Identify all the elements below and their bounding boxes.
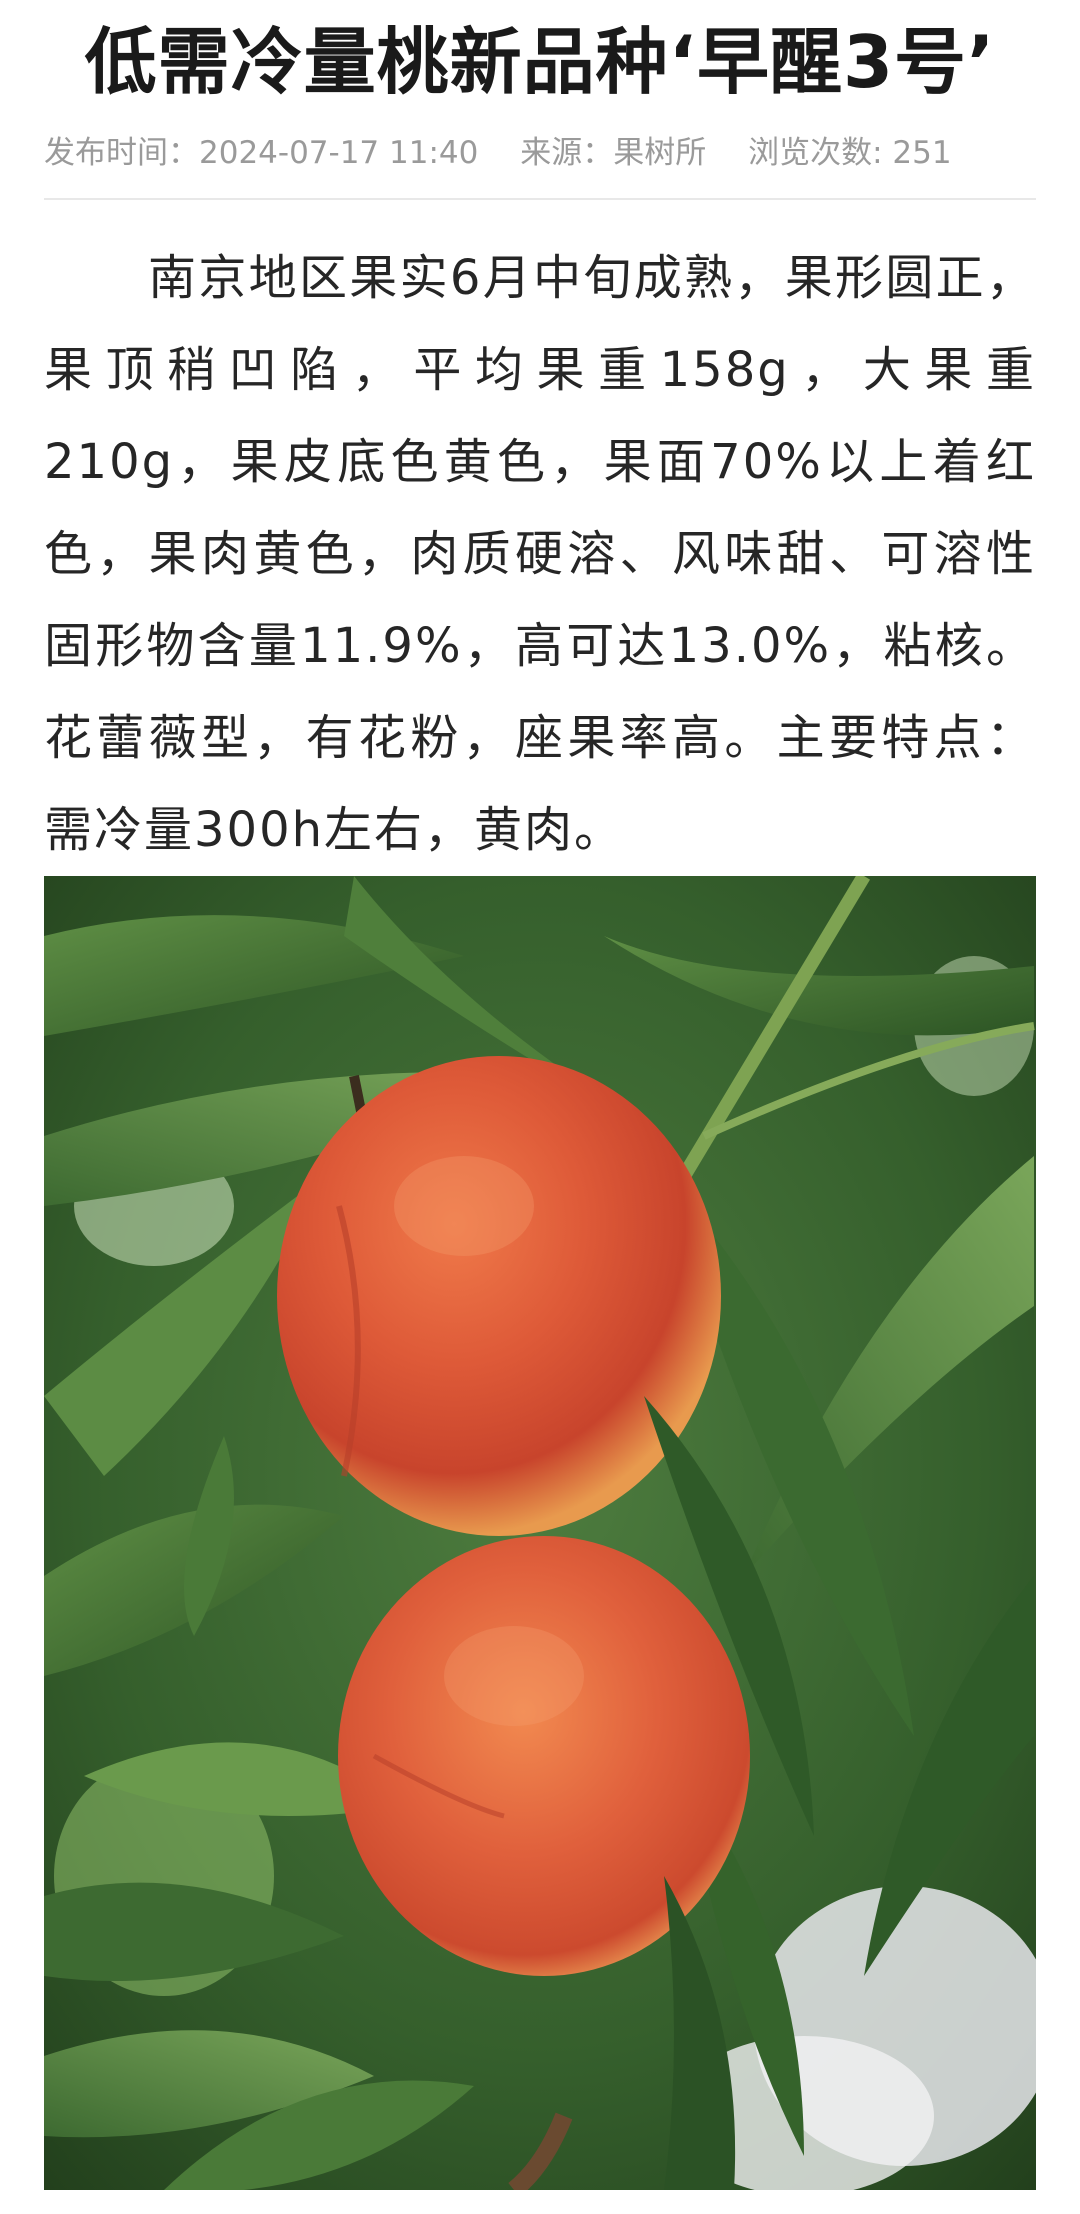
article-page: 低需冷量桃新品种‘早醒3号’ 发布时间：2024-07-17 11:40 来源：…	[0, 0, 1080, 2214]
article-title: 低需冷量桃新品种‘早醒3号’	[84, 20, 996, 104]
peach-bottom	[338, 1536, 750, 1976]
publish-time: 发布时间：2024-07-17 11:40	[44, 135, 479, 171]
divider	[44, 198, 1036, 200]
view-count: 浏览次数: 251	[748, 135, 952, 171]
article-body: 南京地区果实6月中旬成熟，果形圆正，果顶稍凹陷，平均果重158g，大果重210g…	[44, 250, 1036, 858]
article-meta: 发布时间：2024-07-17 11:40 来源：果树所 浏览次数: 251	[44, 128, 1036, 178]
article-source: 来源：果树所	[520, 135, 707, 171]
peach-photo	[44, 876, 1036, 2190]
page-bottom	[0, 2196, 1080, 2214]
peach-top	[277, 1056, 721, 1536]
